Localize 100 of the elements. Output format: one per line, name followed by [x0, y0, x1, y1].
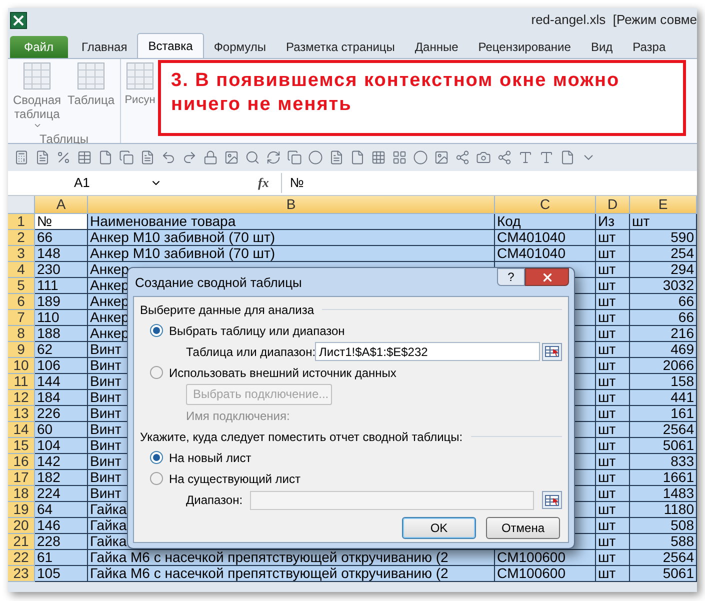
radio-button[interactable] — [150, 472, 163, 485]
table-cell: шт — [596, 470, 630, 486]
row-header[interactable]: 19 — [8, 502, 35, 518]
cancel-button[interactable]: Отмена — [486, 517, 560, 539]
close-button[interactable] — [525, 268, 569, 286]
ribbon-tab[interactable]: Данные — [404, 36, 468, 58]
ribbon-tab[interactable]: Разра — [622, 36, 676, 58]
row-header[interactable]: 1 — [8, 214, 35, 230]
row-header[interactable]: 3 — [8, 246, 35, 262]
row-header[interactable]: 5 — [8, 278, 35, 294]
radio-button[interactable] — [150, 324, 163, 337]
ribbon-tab[interactable]: Формулы — [204, 36, 276, 58]
ribbon-button[interactable]: Рисун — [125, 62, 155, 110]
table-cell: 590 — [630, 230, 697, 246]
redo-icon[interactable] — [182, 150, 197, 165]
formula-input-field[interactable]: № — [280, 173, 697, 193]
row-header[interactable]: 17 — [8, 470, 35, 486]
text-icon[interactable] — [518, 150, 533, 165]
table-cell: 142 — [35, 454, 88, 470]
undo-icon[interactable] — [161, 150, 176, 165]
ribbon-button[interactable]: Сводная таблица — [12, 62, 62, 130]
refresh-icon[interactable] — [266, 150, 281, 165]
column-header[interactable]: C — [495, 196, 596, 214]
copy-icon[interactable] — [119, 150, 134, 165]
row-header[interactable]: 10 — [8, 358, 35, 374]
document-icon[interactable] — [140, 150, 155, 165]
row-header[interactable]: 11 — [8, 374, 35, 390]
row-header[interactable]: 14 — [8, 422, 35, 438]
zoom-icon[interactable] — [245, 150, 260, 165]
row-header[interactable]: 9 — [8, 342, 35, 358]
page-icon[interactable] — [560, 150, 575, 165]
page-icon[interactable] — [98, 150, 113, 165]
row-header[interactable]: 4 — [8, 262, 35, 278]
column-header[interactable]: E — [630, 196, 697, 214]
radio-button[interactable] — [150, 451, 163, 464]
diagram-icon[interactable] — [497, 150, 512, 165]
ribbon-button[interactable]: Таблица — [66, 62, 116, 130]
range-picker-icon[interactable] — [542, 491, 562, 509]
copy-icon[interactable] — [287, 150, 302, 165]
column-header[interactable]: D — [596, 196, 630, 214]
range-input-field[interactable]: Лист1!$A$1:$E$232 — [315, 342, 540, 361]
connection-name-label: Имя подключения: — [186, 408, 290, 422]
text-icon[interactable] — [539, 150, 554, 165]
row-header[interactable]: 21 — [8, 534, 35, 550]
file-tab[interactable]: Файл — [10, 36, 68, 58]
ok-button[interactable]: OK — [402, 517, 476, 539]
table-icon[interactable] — [77, 150, 92, 165]
grid-icon[interactable] — [371, 150, 386, 165]
landscape-icon[interactable] — [434, 150, 449, 165]
row-header[interactable]: 16 — [8, 454, 35, 470]
lock-icon[interactable] — [203, 150, 218, 165]
range-picker-icon[interactable] — [542, 342, 562, 360]
function-button[interactable]: fx — [258, 173, 269, 193]
row-header[interactable]: 6 — [8, 294, 35, 310]
ribbon-tab[interactable]: Разметка страницы — [276, 36, 405, 58]
circle-icon[interactable] — [308, 150, 323, 165]
document-icon[interactable] — [329, 150, 344, 165]
table-cell: шт — [596, 454, 630, 470]
column-header[interactable]: B — [88, 196, 495, 214]
row-header[interactable]: 20 — [8, 518, 35, 534]
table-cell: шт — [596, 566, 630, 582]
table-cell: шт — [596, 518, 630, 534]
ribbon-tab[interactable]: Вид — [580, 36, 623, 58]
image-icon[interactable] — [224, 150, 239, 165]
table-cell: шт — [596, 262, 630, 278]
row-header[interactable]: 23 — [8, 566, 35, 582]
table-cell: шт — [596, 534, 630, 550]
ribbon-tab[interactable]: Вставка — [137, 33, 204, 58]
row-header[interactable]: 18 — [8, 486, 35, 502]
table-cell: 105 — [35, 566, 88, 582]
radio-label: На существующий лист — [169, 472, 301, 486]
table-cell: 189 — [35, 294, 88, 310]
document-icon[interactable] — [35, 150, 50, 165]
page-icon[interactable] — [350, 150, 365, 165]
table-cell: 66 — [630, 294, 697, 310]
table-cell: 182 — [35, 470, 88, 486]
share-icon[interactable] — [455, 150, 470, 165]
table-cell: шт — [596, 358, 630, 374]
ball-icon[interactable] — [413, 150, 428, 165]
row-header[interactable]: 2 — [8, 230, 35, 246]
ribbon-tab[interactable]: Рецензирование — [468, 36, 581, 58]
table-cell: 1661 — [630, 470, 697, 486]
calculator-icon[interactable] — [14, 150, 29, 165]
help-button[interactable]: ? — [497, 268, 525, 286]
ribbon-group-label: Таблицы — [38, 131, 90, 148]
ribbon-tab[interactable]: Главная — [72, 36, 138, 58]
name-box[interactable]: A1 — [8, 172, 168, 194]
camera-icon[interactable] — [476, 150, 491, 165]
row-header[interactable]: 15 — [8, 438, 35, 454]
layout-icon[interactable] — [392, 150, 407, 165]
row-header[interactable]: 8 — [8, 326, 35, 342]
table-cell: 294 — [630, 262, 697, 278]
percent-icon[interactable] — [56, 150, 71, 165]
row-header[interactable]: 22 — [8, 550, 35, 566]
column-header[interactable]: A — [35, 196, 88, 214]
row-header[interactable]: 13 — [8, 406, 35, 422]
row-header[interactable]: 12 — [8, 390, 35, 406]
radio-button[interactable] — [150, 366, 163, 379]
table-cell: 66 — [35, 230, 88, 246]
row-header[interactable]: 7 — [8, 310, 35, 326]
